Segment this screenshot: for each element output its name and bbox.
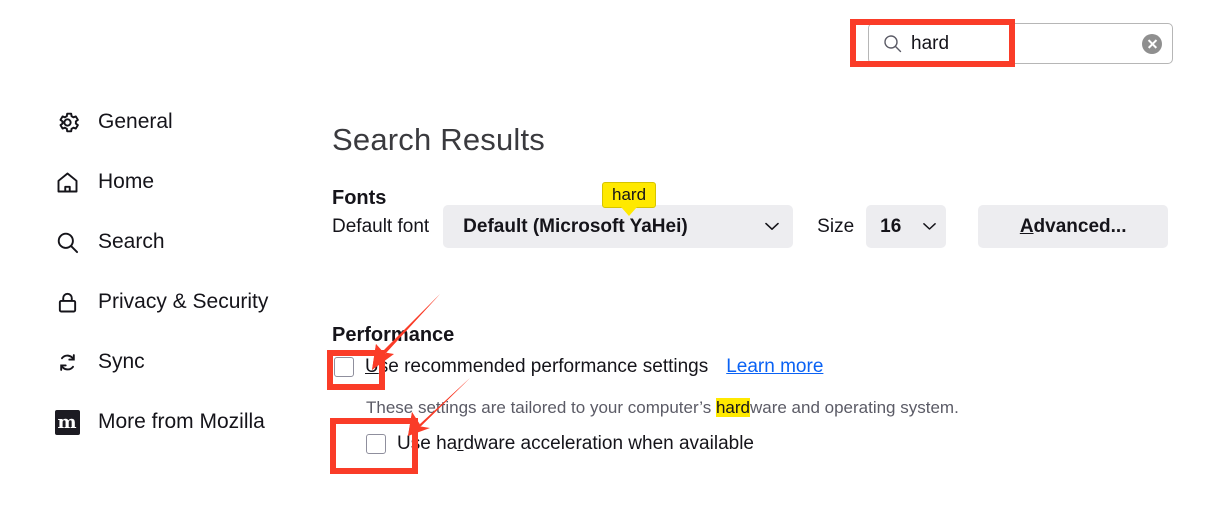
- sidebar-item-more-from-mozilla[interactable]: m More from Mozilla: [0, 392, 300, 452]
- performance-description-part1: These settings are tailored to your comp…: [366, 398, 716, 417]
- advanced-fonts-button[interactable]: Advanced...: [978, 205, 1169, 248]
- font-size-value: 16: [880, 215, 902, 237]
- settings-search-results-page: hard General Home Search Privacy & Secur…: [0, 0, 1212, 528]
- lock-icon: [52, 287, 82, 317]
- mozilla-m-icon: m: [52, 407, 82, 437]
- recommended-label-rest: se recommended performance settings: [378, 356, 709, 377]
- sidebar: General Home Search Privacy & Security S…: [0, 92, 300, 452]
- default-font-select[interactable]: Default (Microsoft YaHei): [443, 205, 794, 248]
- learn-more-link[interactable]: Learn more: [726, 356, 823, 378]
- mozilla-m-badge-letter: m: [54, 409, 80, 435]
- sidebar-item-label: Home: [98, 170, 155, 193]
- default-font-value: Default (Microsoft YaHei): [463, 215, 688, 237]
- sidebar-item-label: General: [98, 110, 173, 133]
- recommended-performance-row: Use recommended performance settings Lea…: [334, 356, 823, 378]
- sync-icon: [52, 347, 82, 377]
- sidebar-item-label: Sync: [98, 350, 145, 373]
- sidebar-item-label: Privacy & Security: [98, 290, 269, 313]
- advanced-button-accesskey: A: [1019, 215, 1034, 237]
- sidebar-item-label: More from Mozilla: [98, 410, 265, 433]
- sidebar-item-privacy-security[interactable]: Privacy & Security: [0, 272, 300, 332]
- performance-description-highlight: hard: [715, 398, 750, 417]
- main-content: Search Results Fonts Default font Defaul…: [332, 0, 1212, 528]
- recommended-label-accesskey: U: [365, 356, 379, 377]
- recommended-performance-checkbox[interactable]: [334, 357, 354, 377]
- performance-section-heading: Performance: [332, 323, 455, 346]
- performance-description-part2: ware and operating system.: [749, 398, 959, 417]
- hardware-label-suffix: dware acceleration when available: [463, 433, 754, 454]
- hardware-acceleration-row: Use hardware acceleration when available: [366, 433, 754, 455]
- fonts-controls-row: Default font Default (Microsoft YaHei) S…: [332, 205, 1169, 248]
- font-size-select[interactable]: 16: [866, 205, 947, 248]
- magnifier-icon: [52, 227, 82, 257]
- home-icon: [52, 167, 82, 197]
- sidebar-item-label: Search: [98, 230, 165, 253]
- performance-description: These settings are tailored to your comp…: [366, 398, 959, 418]
- font-size-label: Size: [817, 215, 855, 237]
- sidebar-item-search[interactable]: Search: [0, 212, 300, 272]
- chevron-down-icon: [765, 222, 779, 230]
- gear-icon: [52, 107, 82, 137]
- sidebar-item-sync[interactable]: Sync: [0, 332, 300, 392]
- sidebar-item-home[interactable]: Home: [0, 152, 300, 212]
- search-match-tooltip: hard: [602, 182, 657, 217]
- sidebar-item-general[interactable]: General: [0, 92, 300, 152]
- hardware-acceleration-checkbox[interactable]: [366, 434, 386, 454]
- default-font-label: Default font: [332, 215, 430, 237]
- recommended-performance-label: Use recommended performance settings: [365, 356, 708, 378]
- page-title: Search Results: [332, 121, 546, 157]
- hardware-acceleration-label: Use hardware acceleration when available: [397, 433, 754, 455]
- chevron-down-icon: [923, 223, 936, 230]
- advanced-button-label-rest: dvanced...: [1033, 215, 1127, 237]
- hardware-label-prefix: Use ha: [397, 433, 458, 454]
